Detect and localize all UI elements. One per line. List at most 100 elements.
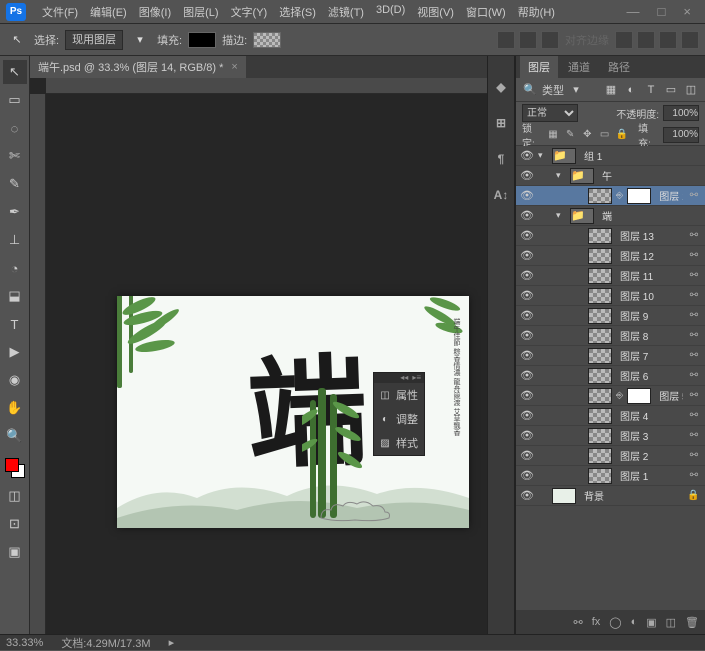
visibility-icon[interactable]: 👁 <box>520 229 534 242</box>
collapsed-tab[interactable]: ⊞ <box>490 112 512 134</box>
opt-icon[interactable] <box>659 31 677 49</box>
layer-thumbnail[interactable] <box>588 348 612 364</box>
layer-thumbnail[interactable] <box>588 448 612 464</box>
mode-button[interactable]: ▣ <box>3 540 27 564</box>
menu-item[interactable]: 图层(L) <box>177 2 224 22</box>
tool-button[interactable]: ✋ <box>3 396 27 420</box>
maximize-button[interactable]: □ <box>658 4 666 19</box>
layer-name[interactable]: 图层 8 <box>616 328 683 343</box>
collapsed-tab[interactable]: ¶ <box>490 148 512 170</box>
menu-icon[interactable]: ▸≡ <box>412 373 421 383</box>
lock-artboard-icon[interactable]: ▭ <box>598 128 610 142</box>
layer-row[interactable]: 👁图层 12⚯ <box>516 246 705 266</box>
filter-smart-icon[interactable]: ◫ <box>683 82 699 98</box>
ruler-horizontal[interactable] <box>46 78 487 94</box>
layer-thumbnail[interactable] <box>552 488 576 504</box>
disclosure-icon[interactable]: ▾ <box>556 210 566 221</box>
layer-row[interactable]: 👁图层 1⚯ <box>516 466 705 486</box>
panel-tab-properties[interactable]: ◫属性 <box>374 383 424 407</box>
tool-button[interactable]: ▶ <box>3 340 27 364</box>
layer-row[interactable]: 👁图层 7⚯ <box>516 346 705 366</box>
layer-thumbnail[interactable] <box>588 288 612 304</box>
dropdown-icon[interactable]: ▾ <box>568 82 584 98</box>
layer-name[interactable]: 端 <box>598 208 701 223</box>
visibility-icon[interactable]: 👁 <box>520 369 534 382</box>
menu-item[interactable]: 滤镜(T) <box>322 2 370 22</box>
fill-swatch[interactable] <box>188 32 216 48</box>
tool-button[interactable]: 🔍 <box>3 424 27 448</box>
layer-thumbnail[interactable] <box>588 408 612 424</box>
layer-name[interactable]: 图层 7 <box>616 348 683 363</box>
layer-name[interactable]: 图层 6 <box>616 368 683 383</box>
visibility-icon[interactable]: 👁 <box>520 269 534 282</box>
tool-button[interactable]: ✄ <box>3 144 27 168</box>
align-icon[interactable] <box>541 31 559 49</box>
fx-icon[interactable]: fx <box>592 616 601 628</box>
layer-thumbnail[interactable] <box>588 228 612 244</box>
tool-button[interactable]: ⬓ <box>3 284 27 308</box>
opacity-input[interactable] <box>663 105 699 121</box>
adjustment-icon[interactable]: ◐ <box>631 616 638 628</box>
stroke-swatch[interactable] <box>253 32 281 48</box>
layer-name[interactable]: 图层 2 <box>616 448 683 463</box>
tool-button[interactable]: ↖ <box>3 60 27 84</box>
layer-thumbnail[interactable] <box>588 468 612 484</box>
status-arrow-icon[interactable]: ▸ <box>169 636 175 649</box>
path-tool-icon[interactable]: ↖ <box>6 29 28 51</box>
visibility-icon[interactable]: 👁 <box>520 249 534 262</box>
tool-button[interactable]: ◌ <box>3 116 27 140</box>
layer-thumbnail[interactable]: 📁 <box>570 208 594 224</box>
visibility-icon[interactable]: 👁 <box>520 429 534 442</box>
visibility-icon[interactable]: 👁 <box>520 149 534 162</box>
trash-icon[interactable]: 🗑 <box>685 616 699 629</box>
layer-thumbnail[interactable] <box>588 368 612 384</box>
layer-name[interactable]: 图层 9 <box>616 308 683 323</box>
layer-row[interactable]: 👁▾📁组 1 <box>516 146 705 166</box>
layer-row[interactable]: 👁图层 4⚯ <box>516 406 705 426</box>
new-layer-icon[interactable]: ◫ <box>666 616 676 629</box>
visibility-icon[interactable]: 👁 <box>520 189 534 202</box>
align-icon[interactable] <box>497 31 515 49</box>
visibility-icon[interactable]: 👁 <box>520 289 534 302</box>
filter-shape-icon[interactable]: ▭ <box>663 82 679 98</box>
document-tab[interactable]: 端午.psd @ 33.3% (图层 14, RGB/8) * × <box>30 56 246 78</box>
color-swatches[interactable] <box>3 456 27 480</box>
link-layers-icon[interactable]: ⚯ <box>573 616 582 629</box>
tool-button[interactable]: ✒ <box>3 200 27 224</box>
select-mode-dropdown[interactable]: 现用图层 <box>65 30 123 50</box>
layer-name[interactable]: 图层 11 <box>616 268 683 283</box>
visibility-icon[interactable]: 👁 <box>520 169 534 182</box>
layer-name[interactable]: 图层 12 <box>616 248 683 263</box>
menu-item[interactable]: 3D(D) <box>370 2 411 22</box>
visibility-icon[interactable]: 👁 <box>520 389 534 402</box>
floating-panel[interactable]: ◂◂▸≡ ◫属性 ◐调整 ▨样式 <box>373 372 425 456</box>
tool-button[interactable]: ▭ <box>3 88 27 112</box>
layer-row[interactable]: 👁图层 8⚯ <box>516 326 705 346</box>
lock-position-icon[interactable]: ✥ <box>581 128 593 142</box>
layer-row[interactable]: 👁▾📁午 <box>516 166 705 186</box>
menu-item[interactable]: 文字(Y) <box>225 2 274 22</box>
align-icon[interactable] <box>519 31 537 49</box>
layer-row[interactable]: 👁⎆图层 14⚯ <box>516 186 705 206</box>
tool-button[interactable]: T <box>3 312 27 336</box>
layer-row[interactable]: 👁图层 3⚯ <box>516 426 705 446</box>
tab-layers[interactable]: 图层 <box>520 56 558 78</box>
mask-thumbnail[interactable] <box>627 388 651 404</box>
disclosure-icon[interactable]: ▾ <box>538 150 548 161</box>
layer-name[interactable]: 图层 4 <box>616 408 683 423</box>
visibility-icon[interactable]: 👁 <box>520 409 534 422</box>
collapsed-tab[interactable]: ◆ <box>490 76 512 98</box>
layer-row[interactable]: 👁▾📁端 <box>516 206 705 226</box>
tool-button[interactable]: ⊥ <box>3 228 27 252</box>
menu-item[interactable]: 文件(F) <box>36 2 84 22</box>
filter-adjust-icon[interactable]: ◐ <box>623 82 639 98</box>
layer-row[interactable]: 👁图层 13⚯ <box>516 226 705 246</box>
mode-button[interactable]: ⊡ <box>3 512 27 536</box>
menu-item[interactable]: 编辑(E) <box>84 2 133 22</box>
layer-thumbnail[interactable] <box>588 268 612 284</box>
layer-name[interactable]: 组 1 <box>580 148 701 163</box>
layer-name[interactable]: 图层 13 <box>616 228 683 243</box>
layer-name[interactable]: 图层 5 <box>655 388 683 403</box>
menu-item[interactable]: 视图(V) <box>411 2 460 22</box>
layer-thumbnail[interactable] <box>588 188 612 204</box>
